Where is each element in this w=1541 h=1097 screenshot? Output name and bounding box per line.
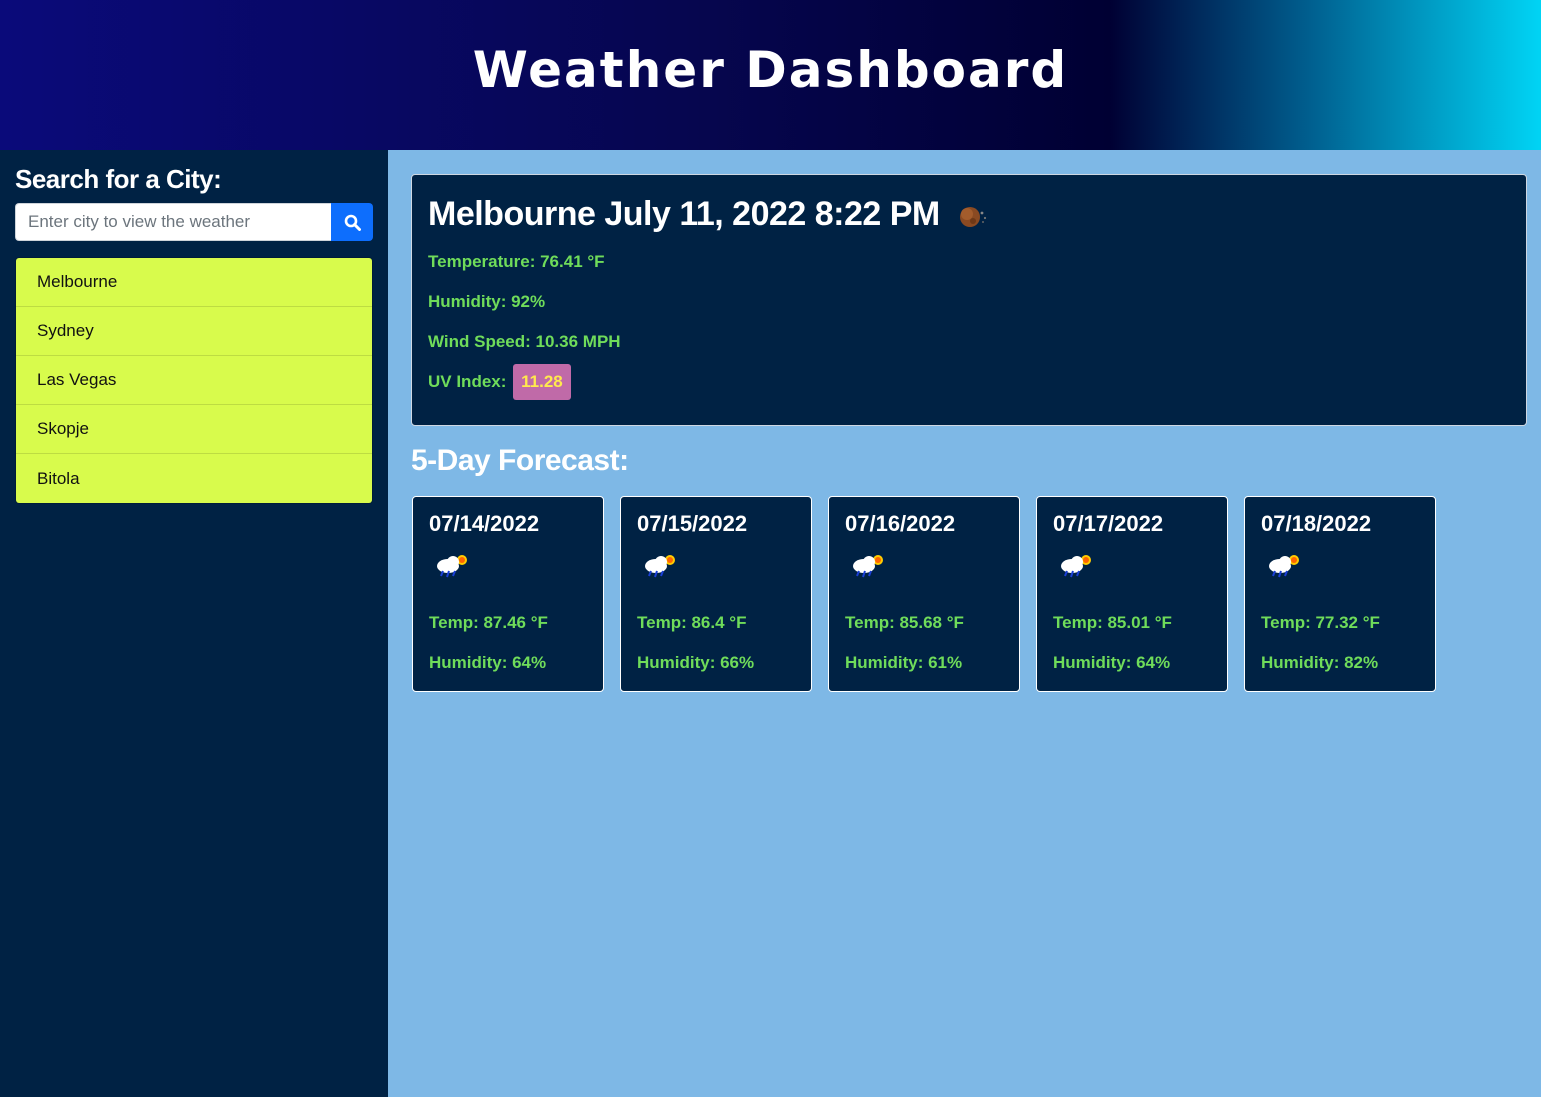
- forecast-humidity: Humidity: 64%: [1053, 653, 1171, 672]
- sidebar: Search for a City: Melbourne Sydney Las …: [0, 150, 388, 1097]
- search-icon: [344, 214, 361, 231]
- city-button-melbourne[interactable]: Melbourne: [16, 258, 372, 307]
- city-button-bitola[interactable]: Bitola: [16, 454, 372, 503]
- forecast-date: 07/17/2022: [1053, 511, 1164, 536]
- forecast-humidity: Humidity: 82%: [1261, 653, 1379, 672]
- forecast-card: 07/15/2022 Temp: 86.4 °F Humidity: 66%: [620, 496, 812, 692]
- page-title: Weather Dashboard: [472, 41, 1069, 99]
- page-header: Weather Dashboard: [0, 0, 1541, 150]
- current-uv-index: UV Index: 11.28: [428, 364, 571, 400]
- forecast-humidity: Humidity: 61%: [845, 653, 963, 672]
- current-weather-card: Melbourne July 11, 2022 8:22 PM Temperat…: [411, 174, 1527, 426]
- uv-index-badge: 11.28: [513, 364, 571, 400]
- rain-sun-cloud-icon: [1269, 555, 1299, 578]
- current-wind-speed: Wind Speed: 10.36 MPH: [428, 332, 621, 351]
- forecast-card: 07/14/2022 Temp: 87.46 °F Humidity: 64%: [412, 496, 604, 692]
- search-title: Search for a City:: [15, 164, 222, 194]
- search-button[interactable]: [331, 203, 373, 241]
- forecast-title: 5-Day Forecast:: [411, 444, 629, 477]
- rain-sun-cloud-icon: [437, 555, 467, 578]
- city-button-skopje[interactable]: Skopje: [16, 405, 372, 454]
- forecast-temp: Temp: 85.68 °F: [845, 613, 964, 632]
- city-button-sydney[interactable]: Sydney: [16, 307, 372, 356]
- rain-sun-cloud-icon: [1061, 555, 1091, 578]
- uv-index-label: UV Index:: [428, 372, 507, 391]
- search-row: [15, 203, 373, 241]
- forecast-humidity: Humidity: 64%: [429, 653, 547, 672]
- rain-sun-cloud-icon: [853, 555, 883, 578]
- night-moon-icon: [959, 206, 986, 227]
- forecast-card: 07/18/2022 Temp: 77.32 °F Humidity: 82%: [1244, 496, 1436, 692]
- forecast-temp: Temp: 87.46 °F: [429, 613, 548, 632]
- current-weather-heading: Melbourne July 11, 2022 8:22 PM: [428, 195, 988, 234]
- forecast-card: 07/16/2022 Temp: 85.68 °F Humidity: 61%: [828, 496, 1020, 692]
- forecast-date: 07/14/2022: [429, 511, 540, 536]
- city-button-las-vegas[interactable]: Las Vegas: [16, 356, 372, 405]
- current-city-date: Melbourne July 11, 2022 8:22 PM: [428, 195, 940, 233]
- forecast-humidity: Humidity: 66%: [637, 653, 755, 672]
- current-temperature: Temperature: 76.41 °F: [428, 252, 605, 271]
- forecast-date: 07/18/2022: [1261, 511, 1372, 536]
- rain-sun-cloud-icon: [645, 555, 675, 578]
- forecast-temp: Temp: 77.32 °F: [1261, 613, 1380, 632]
- forecast-card: 07/17/2022 Temp: 85.01 °F Humidity: 64%: [1036, 496, 1228, 692]
- forecast-temp: Temp: 85.01 °F: [1053, 613, 1172, 632]
- city-history-list: Melbourne Sydney Las Vegas Skopje Bitola: [15, 257, 373, 504]
- forecast-date: 07/16/2022: [845, 511, 956, 536]
- current-humidity: Humidity: 92%: [428, 292, 546, 311]
- search-input[interactable]: [15, 203, 331, 241]
- forecast-date: 07/15/2022: [637, 511, 748, 536]
- forecast-temp: Temp: 86.4 °F: [637, 613, 747, 632]
